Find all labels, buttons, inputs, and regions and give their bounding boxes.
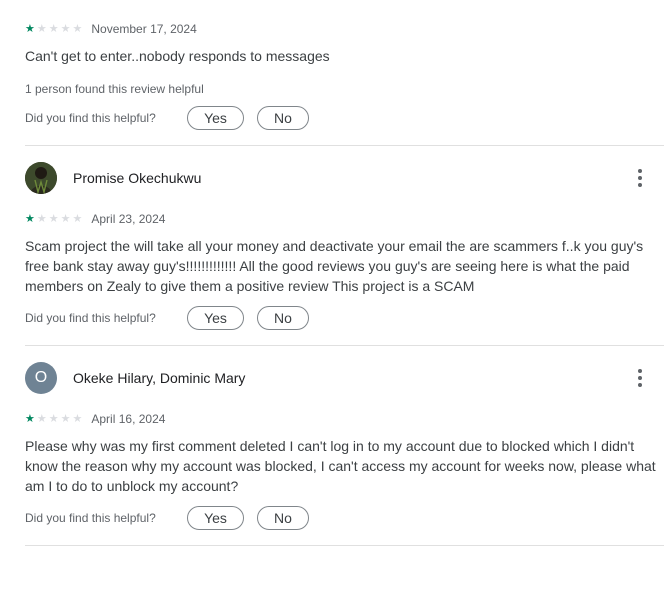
star-empty-icon: ★ bbox=[36, 412, 47, 425]
helpful-yes-button[interactable]: Yes bbox=[187, 306, 244, 330]
reviewer-name: Promise Okechukwu bbox=[73, 170, 202, 186]
star-rating: ★ ★ ★ ★ ★ bbox=[25, 22, 83, 35]
helpful-yes-button[interactable]: Yes bbox=[187, 506, 244, 530]
star-empty-icon: ★ bbox=[36, 22, 47, 35]
reviews-list: ★ ★ ★ ★ ★ November 17, 2024 Can't get to… bbox=[0, 0, 664, 593]
more-options-icon[interactable] bbox=[630, 368, 650, 388]
review-card: O Okeke Hilary, Dominic Mary ★ ★ ★ ★ ★ A… bbox=[25, 346, 664, 546]
user-photo-icon bbox=[25, 162, 57, 194]
review-header: Promise Okechukwu bbox=[25, 146, 664, 210]
star-empty-icon: ★ bbox=[60, 22, 71, 35]
helpful-prompt: Did you find this helpful? Yes No bbox=[25, 306, 664, 345]
helpful-prompt: Did you find this helpful? Yes No bbox=[25, 106, 664, 145]
review-meta: ★ ★ ★ ★ ★ April 23, 2024 bbox=[25, 210, 664, 228]
helpful-question: Did you find this helpful? bbox=[25, 511, 156, 525]
avatar: O bbox=[25, 362, 57, 394]
avatar bbox=[25, 162, 57, 194]
review-text: Scam project the will take all your mone… bbox=[25, 238, 644, 294]
helpful-count: 1 person found this review helpful bbox=[25, 82, 204, 96]
star-empty-icon: ★ bbox=[72, 212, 83, 225]
helpful-question: Did you find this helpful? bbox=[25, 311, 156, 325]
reviewer-name: Okeke Hilary, Dominic Mary bbox=[73, 370, 246, 386]
review-date: April 23, 2024 bbox=[91, 212, 166, 226]
review-date: April 16, 2024 bbox=[91, 412, 166, 426]
helpful-no-button[interactable]: No bbox=[257, 306, 309, 330]
star-filled-icon: ★ bbox=[25, 22, 35, 35]
helpful-question: Did you find this helpful? bbox=[25, 111, 156, 125]
review-header: O Okeke Hilary, Dominic Mary bbox=[25, 346, 664, 410]
review-card: Promise Okechukwu ★ ★ ★ ★ ★ April 23, 20… bbox=[25, 146, 664, 346]
star-empty-icon: ★ bbox=[48, 22, 59, 35]
star-empty-icon: ★ bbox=[72, 412, 83, 425]
helpful-yes-button[interactable]: Yes bbox=[187, 106, 244, 130]
review-text: Can't get to enter..nobody responds to m… bbox=[25, 48, 330, 64]
star-rating: ★ ★ ★ ★ ★ bbox=[25, 412, 83, 425]
helpful-no-button[interactable]: No bbox=[257, 106, 309, 130]
star-filled-icon: ★ bbox=[25, 212, 35, 225]
star-rating: ★ ★ ★ ★ ★ bbox=[25, 212, 83, 225]
star-filled-icon: ★ bbox=[25, 412, 35, 425]
star-empty-icon: ★ bbox=[60, 212, 71, 225]
more-options-icon[interactable] bbox=[630, 168, 650, 188]
star-empty-icon: ★ bbox=[36, 212, 47, 225]
review-meta: ★ ★ ★ ★ ★ April 16, 2024 bbox=[25, 410, 664, 428]
star-empty-icon: ★ bbox=[48, 212, 59, 225]
star-empty-icon: ★ bbox=[48, 412, 59, 425]
star-empty-icon: ★ bbox=[60, 412, 71, 425]
helpful-no-button[interactable]: No bbox=[257, 506, 309, 530]
star-empty-icon: ★ bbox=[72, 22, 83, 35]
review-text: Please why was my first comment deleted … bbox=[25, 438, 656, 494]
review-meta: ★ ★ ★ ★ ★ November 17, 2024 bbox=[25, 20, 664, 38]
helpful-prompt: Did you find this helpful? Yes No bbox=[25, 506, 664, 545]
review-card: ★ ★ ★ ★ ★ November 17, 2024 Can't get to… bbox=[25, 0, 664, 146]
review-date: November 17, 2024 bbox=[91, 22, 197, 36]
